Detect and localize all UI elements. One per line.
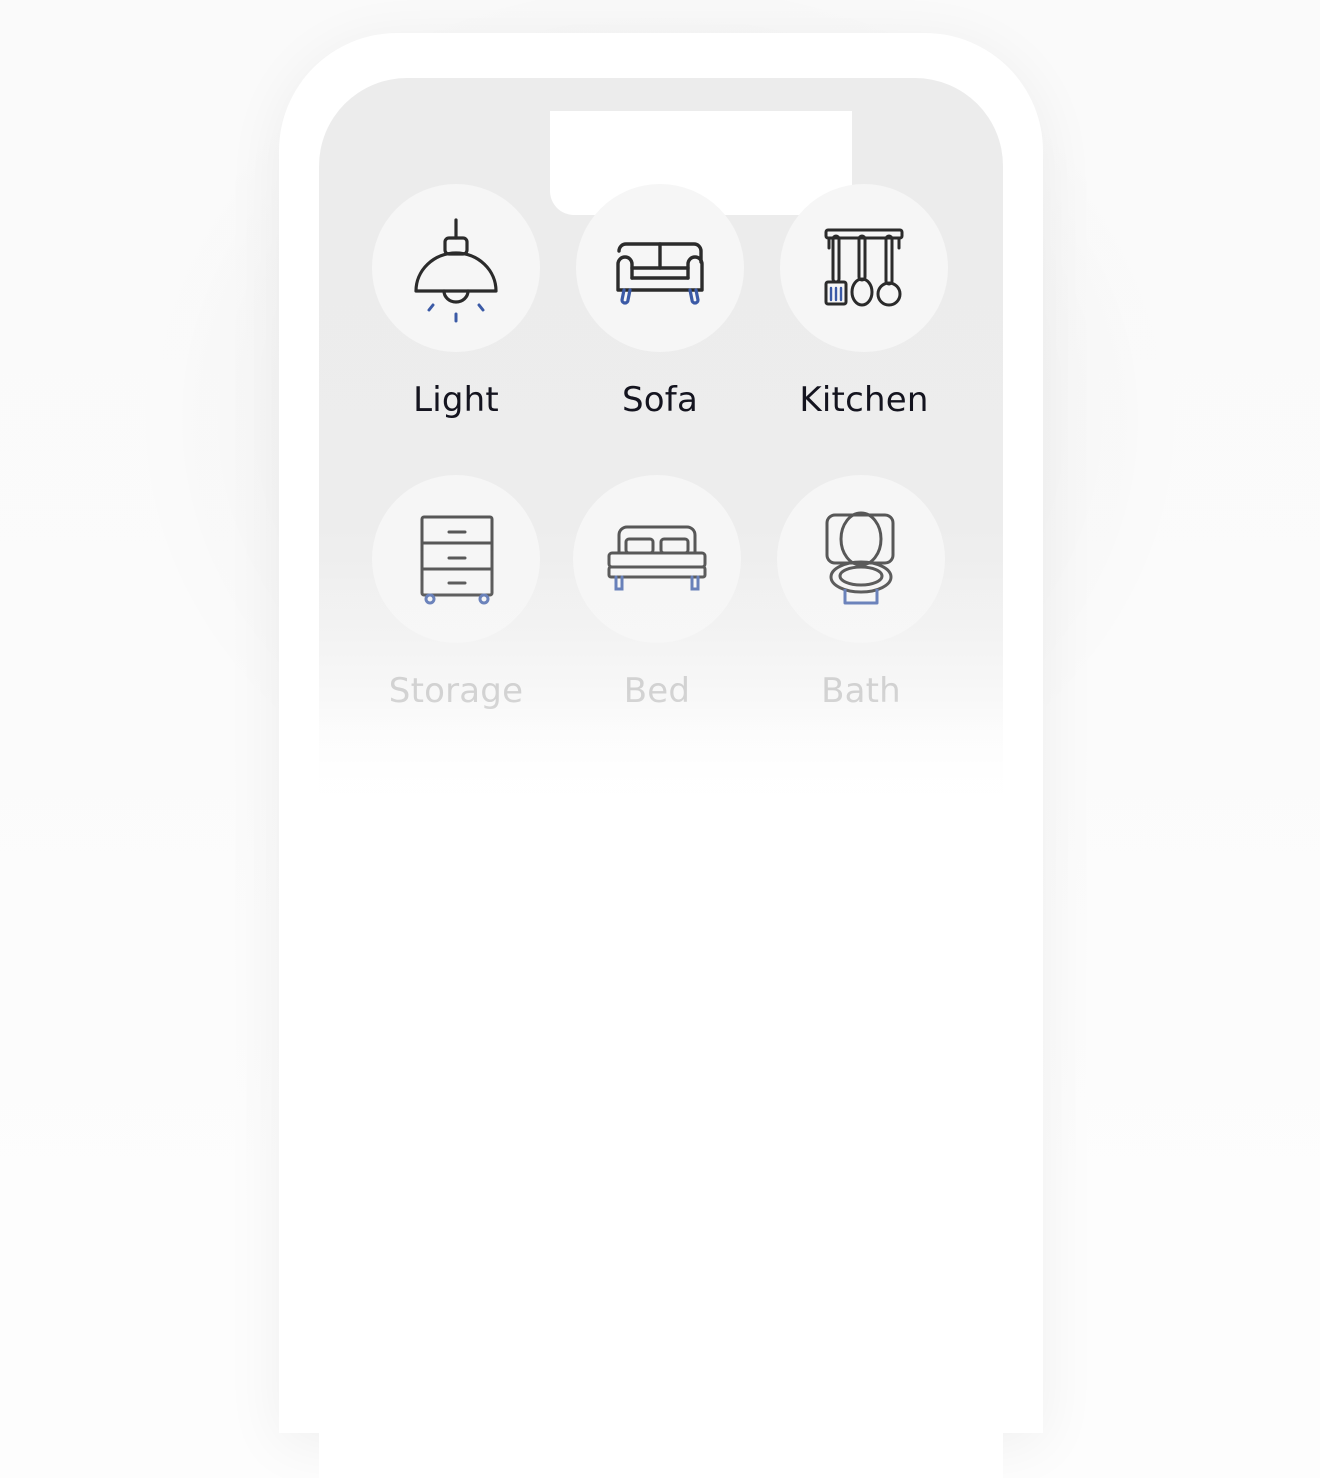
sofa-icon	[616, 242, 704, 305]
phone-screen: Light Sofa Kitchen Storage Bed Bath	[319, 78, 1003, 1478]
category-tile-bed[interactable]: Bed	[552, 475, 762, 735]
category-tile-light[interactable]: Light	[351, 184, 561, 444]
category-tile-sofa[interactable]: Sofa	[555, 184, 765, 444]
phone-frame: Light Sofa Kitchen Storage Bed Bath	[279, 33, 1043, 1478]
kitchen-utensils-icon	[824, 228, 904, 307]
bed-icon	[607, 525, 707, 591]
category-grid: Light Sofa Kitchen Storage Bed Bath	[319, 78, 1003, 778]
category-tile-bath[interactable]: Bath	[756, 475, 966, 735]
category-label: Bath	[821, 671, 901, 711]
category-label: Sofa	[622, 380, 698, 420]
toilet-icon	[825, 511, 895, 605]
category-label: Bed	[623, 671, 691, 711]
drawer-cabinet-icon	[420, 515, 494, 605]
category-label: Kitchen	[799, 380, 929, 420]
category-tile-kitchen[interactable]: Kitchen	[759, 184, 969, 444]
category-label: Storage	[388, 671, 524, 711]
pendant-lamp-icon	[414, 218, 498, 323]
category-label: Light	[413, 380, 499, 420]
category-tile-storage[interactable]: Storage	[351, 475, 561, 735]
